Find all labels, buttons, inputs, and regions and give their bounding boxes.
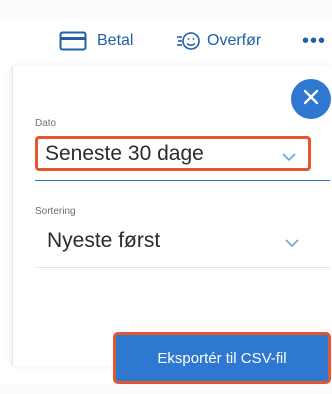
close-button[interactable] bbox=[291, 79, 331, 119]
overfor-button[interactable]: Overfør bbox=[177, 24, 261, 58]
export-csv-button[interactable]: Eksportér til CSV-fil bbox=[113, 332, 331, 384]
betal-label: Betal bbox=[97, 32, 134, 49]
overfor-label: Overfør bbox=[207, 32, 262, 49]
toolbar: Betal Overfør ••• bbox=[0, 18, 332, 66]
dato-value: Seneste 30 dage bbox=[45, 141, 204, 165]
chevron-down-icon bbox=[282, 149, 296, 167]
sortering-select[interactable]: Nyeste først bbox=[35, 224, 311, 258]
dato-label: Dato bbox=[35, 118, 57, 129]
betal-button[interactable]: Betal bbox=[59, 24, 133, 58]
close-icon bbox=[303, 89, 319, 110]
sortering-value: Nyeste først bbox=[47, 229, 161, 252]
bottom-strip bbox=[0, 384, 332, 394]
chevron-down-icon bbox=[285, 235, 299, 253]
card-icon bbox=[59, 31, 87, 51]
more-options-button[interactable]: ••• bbox=[302, 24, 326, 58]
dato-select[interactable]: Seneste 30 dage bbox=[35, 136, 311, 171]
sortering-underline bbox=[35, 267, 330, 268]
export-csv-label: Eksportér til CSV-fil bbox=[157, 349, 287, 367]
dato-underline bbox=[35, 180, 330, 181]
transfer-chat-icon bbox=[177, 30, 201, 52]
sortering-label: Sortering bbox=[35, 206, 76, 217]
top-strip bbox=[0, 0, 332, 18]
